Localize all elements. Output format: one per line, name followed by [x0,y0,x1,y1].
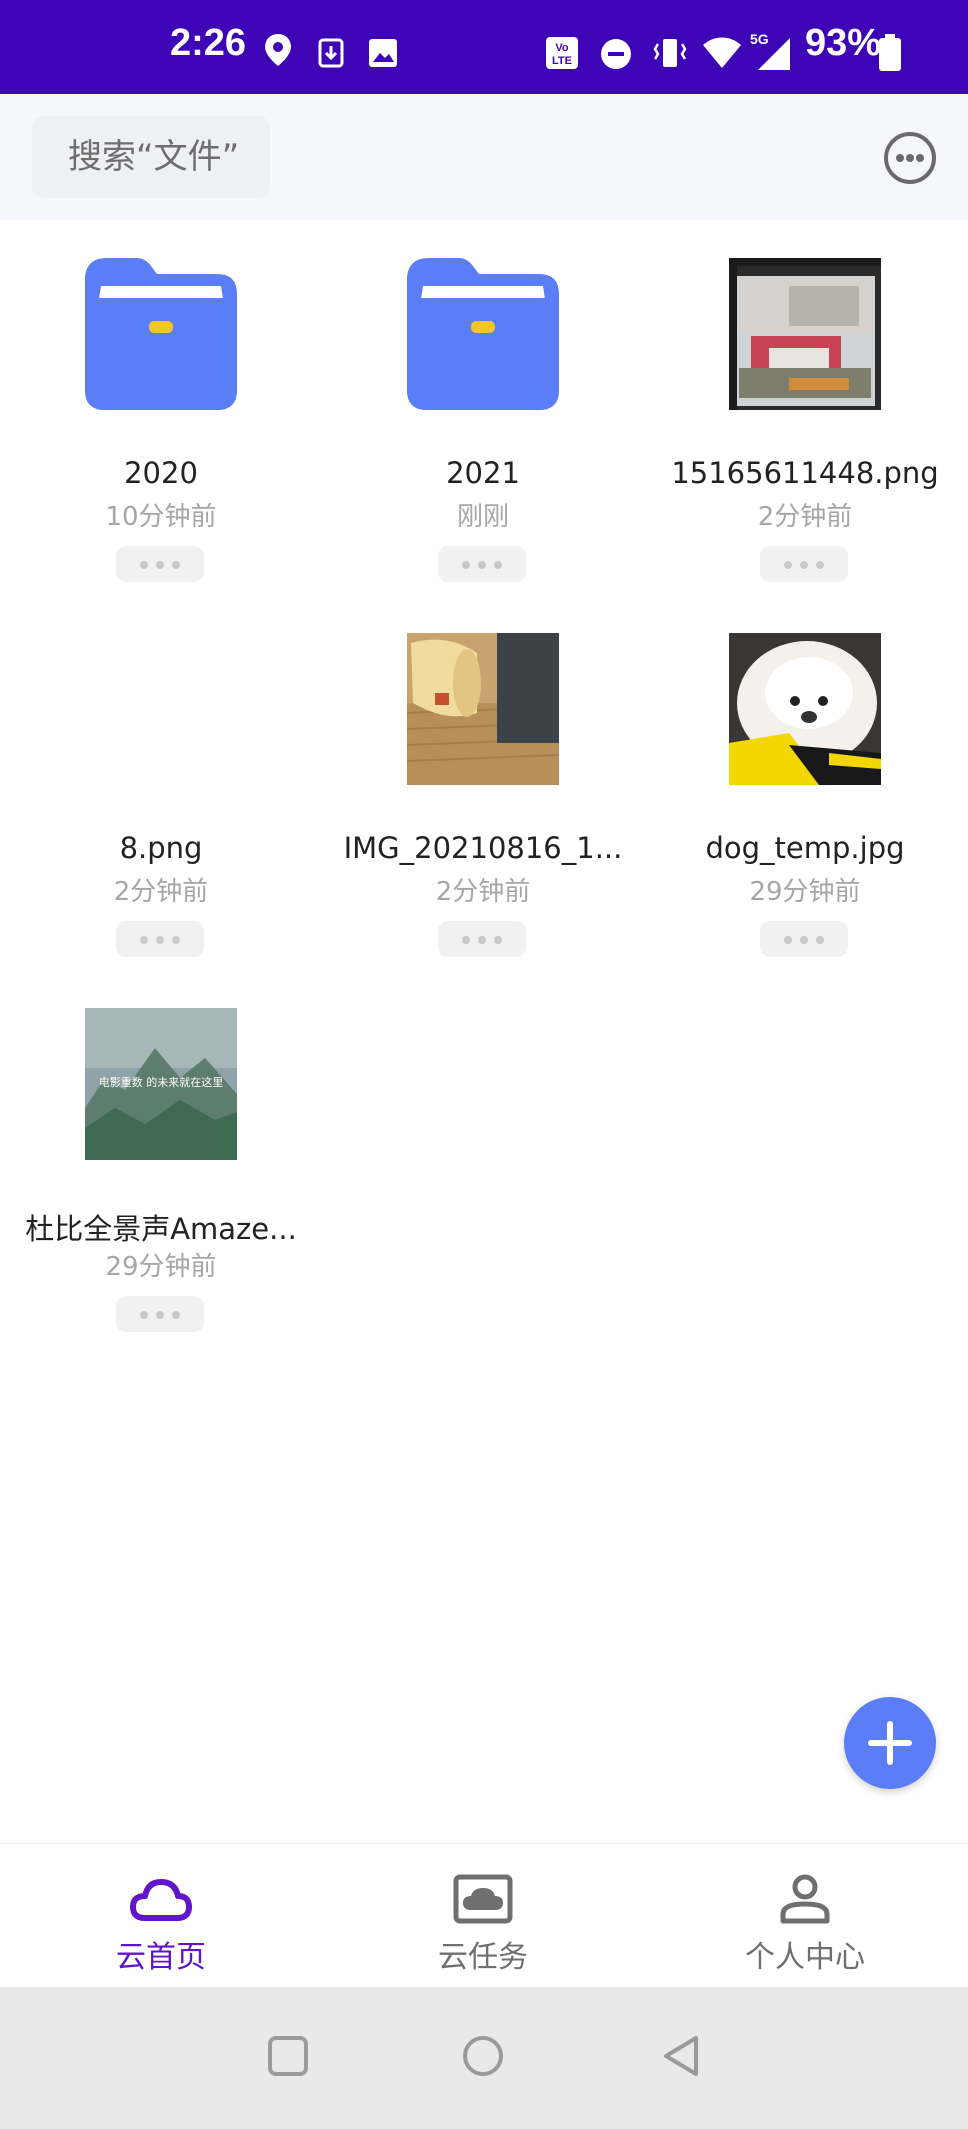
file-name: dog_temp.jpg [705,831,905,865]
file-time: 29分钟前 [749,877,861,907]
dot-icon [784,561,792,569]
dot-icon [816,936,824,944]
dot-icon [478,561,486,569]
file-time: 2分钟前 [757,502,853,532]
search-input[interactable]: 搜索“文件” [32,116,270,198]
wifi-icon [702,36,742,74]
dot-icon [478,936,486,944]
vibrate-icon [652,36,688,74]
dot-icon [140,561,148,569]
recents-icon[interactable] [267,2035,309,2081]
file-item-image[interactable]: dog_temp.jpg 29分钟前 [644,595,966,970]
file-name: 杜比全景声Amaze... [25,1212,297,1246]
file-time: 2分钟前 [435,877,531,907]
file-item-image[interactable]: IMG_20210816_1... 2分钟前 [322,595,644,970]
file-item-image[interactable]: 8.png 2分钟前 [0,595,322,970]
home-icon[interactable] [462,2035,504,2081]
nav-item-profile[interactable]: 个人中心 [644,1844,966,1988]
dot-icon [140,1311,148,1319]
back-icon[interactable] [660,2035,702,2081]
svg-text:5G: 5G [750,31,769,47]
file-item-image[interactable]: 电影重数 的未来就在这里 杜比全景声Amaze... 29分钟前 [0,970,322,1345]
signal-5g-icon: 5G [748,30,792,76]
image-thumbnail [729,258,881,410]
dot-icon [784,936,792,944]
file-time: 10分钟前 [105,502,217,532]
nav-label: 云任务 [438,1940,528,1975]
nav-label: 个人中心 [745,1940,865,1975]
svg-text:Vo: Vo [555,42,569,54]
task-icon [451,1874,515,1924]
file-more-button[interactable] [116,921,204,957]
dot-icon [494,936,502,944]
dot-icon [156,561,164,569]
file-name: IMG_20210816_1... [343,831,623,865]
file-more-button[interactable] [760,921,848,957]
image-thumbnail [85,633,237,785]
dot-icon [896,154,904,162]
dot-icon [816,561,824,569]
search-header: 搜索“文件” [0,94,968,220]
file-more-button[interactable] [438,546,526,582]
cloud-icon [129,1874,193,1924]
nav-item-cloud-tasks[interactable]: 云任务 [322,1844,644,1988]
image-thumbnail [729,633,881,785]
add-button[interactable] [844,1697,936,1789]
svg-text:LTE: LTE [552,55,572,67]
dot-icon [462,936,470,944]
volte-icon: Vo LTE [545,36,579,74]
dot-icon [906,154,914,162]
file-name: 8.png [119,831,203,865]
dot-icon [156,1311,164,1319]
system-nav-bar [0,1987,968,2129]
bottom-nav: 云首页 云任务 个人中心 [0,1843,968,1987]
dot-icon [462,561,470,569]
file-time: 刚刚 [456,502,509,532]
image-icon [368,38,398,72]
image-thumbnail: 电影重数 的未来就在这里 [85,1008,237,1160]
download-icon [318,38,344,72]
dnd-icon [600,38,632,74]
status-bar: 2:26 Vo LTE 5G 93% [0,0,968,94]
dot-icon [172,936,180,944]
file-more-button[interactable] [116,546,204,582]
nav-item-cloud-home[interactable]: 云首页 [0,1844,322,1988]
file-item-folder[interactable]: 2020 10分钟前 [0,220,322,595]
folder-icon [85,258,237,410]
dot-icon [800,936,808,944]
file-more-button[interactable] [116,1296,204,1332]
folder-icon [407,258,559,410]
more-options-button[interactable] [884,132,936,184]
file-name: 15165611448.png [671,456,939,490]
status-time: 2:26 [170,22,247,64]
file-item-folder[interactable]: 2021 刚刚 [322,220,644,595]
file-more-button[interactable] [438,921,526,957]
file-more-button[interactable] [760,546,848,582]
file-item-image[interactable]: 15165611448.png 2分钟前 [644,220,966,595]
file-time: 29分钟前 [105,1252,217,1282]
dot-icon [916,154,924,162]
dot-icon [494,561,502,569]
battery-icon [878,34,902,76]
battery-percent: 93% [805,22,882,64]
dot-icon [156,936,164,944]
dot-icon [800,561,808,569]
thumb-caption: 电影重数 的未来就在这里 [98,1076,224,1089]
dot-icon [140,936,148,944]
image-thumbnail [407,633,559,785]
dot-icon [172,1311,180,1319]
file-time: 2分钟前 [113,877,209,907]
nav-label: 云首页 [116,1940,206,1975]
location-icon [262,32,294,72]
file-name: 2020 [124,456,198,490]
file-name: 2021 [446,456,520,490]
person-icon [773,1874,837,1924]
dot-icon [172,561,180,569]
